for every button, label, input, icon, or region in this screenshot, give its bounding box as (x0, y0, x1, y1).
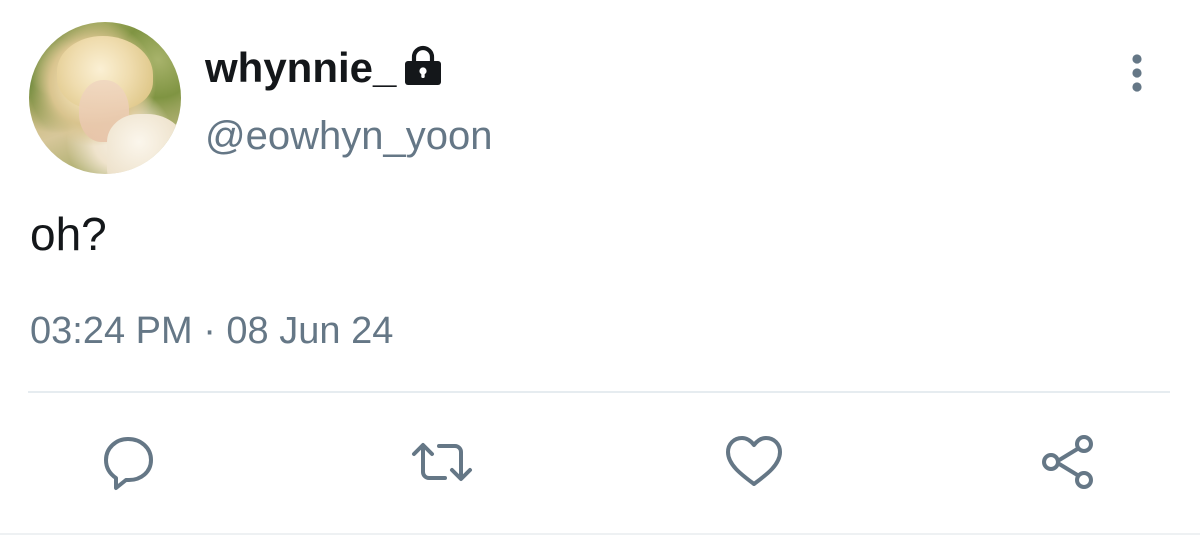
reply-icon (104, 437, 153, 490)
avatar-collar (107, 114, 181, 174)
retweet-icon (412, 443, 472, 481)
lock-icon (405, 45, 441, 85)
divider (28, 391, 1170, 393)
reply-button[interactable] (99, 430, 163, 494)
tweet-text: oh? (30, 208, 107, 260)
more-vertical-icon[interactable] (1124, 52, 1150, 96)
like-button[interactable] (722, 430, 786, 494)
retweet-button[interactable] (410, 430, 474, 494)
display-name[interactable]: whynnie_ (205, 42, 396, 94)
share-icon (1042, 435, 1093, 489)
heart-icon (726, 436, 782, 486)
tweet-timestamp[interactable]: 03:24 PM · 08 Jun 24 (30, 306, 393, 356)
share-button[interactable] (1036, 430, 1100, 494)
avatar[interactable] (29, 22, 181, 174)
user-handle[interactable]: @eowhyn_yoon (205, 110, 492, 162)
tweet-card: whynnie_ @eowhyn_yoon oh? 03:24 PM · 08 … (0, 0, 1200, 551)
bottom-divider (0, 533, 1200, 535)
